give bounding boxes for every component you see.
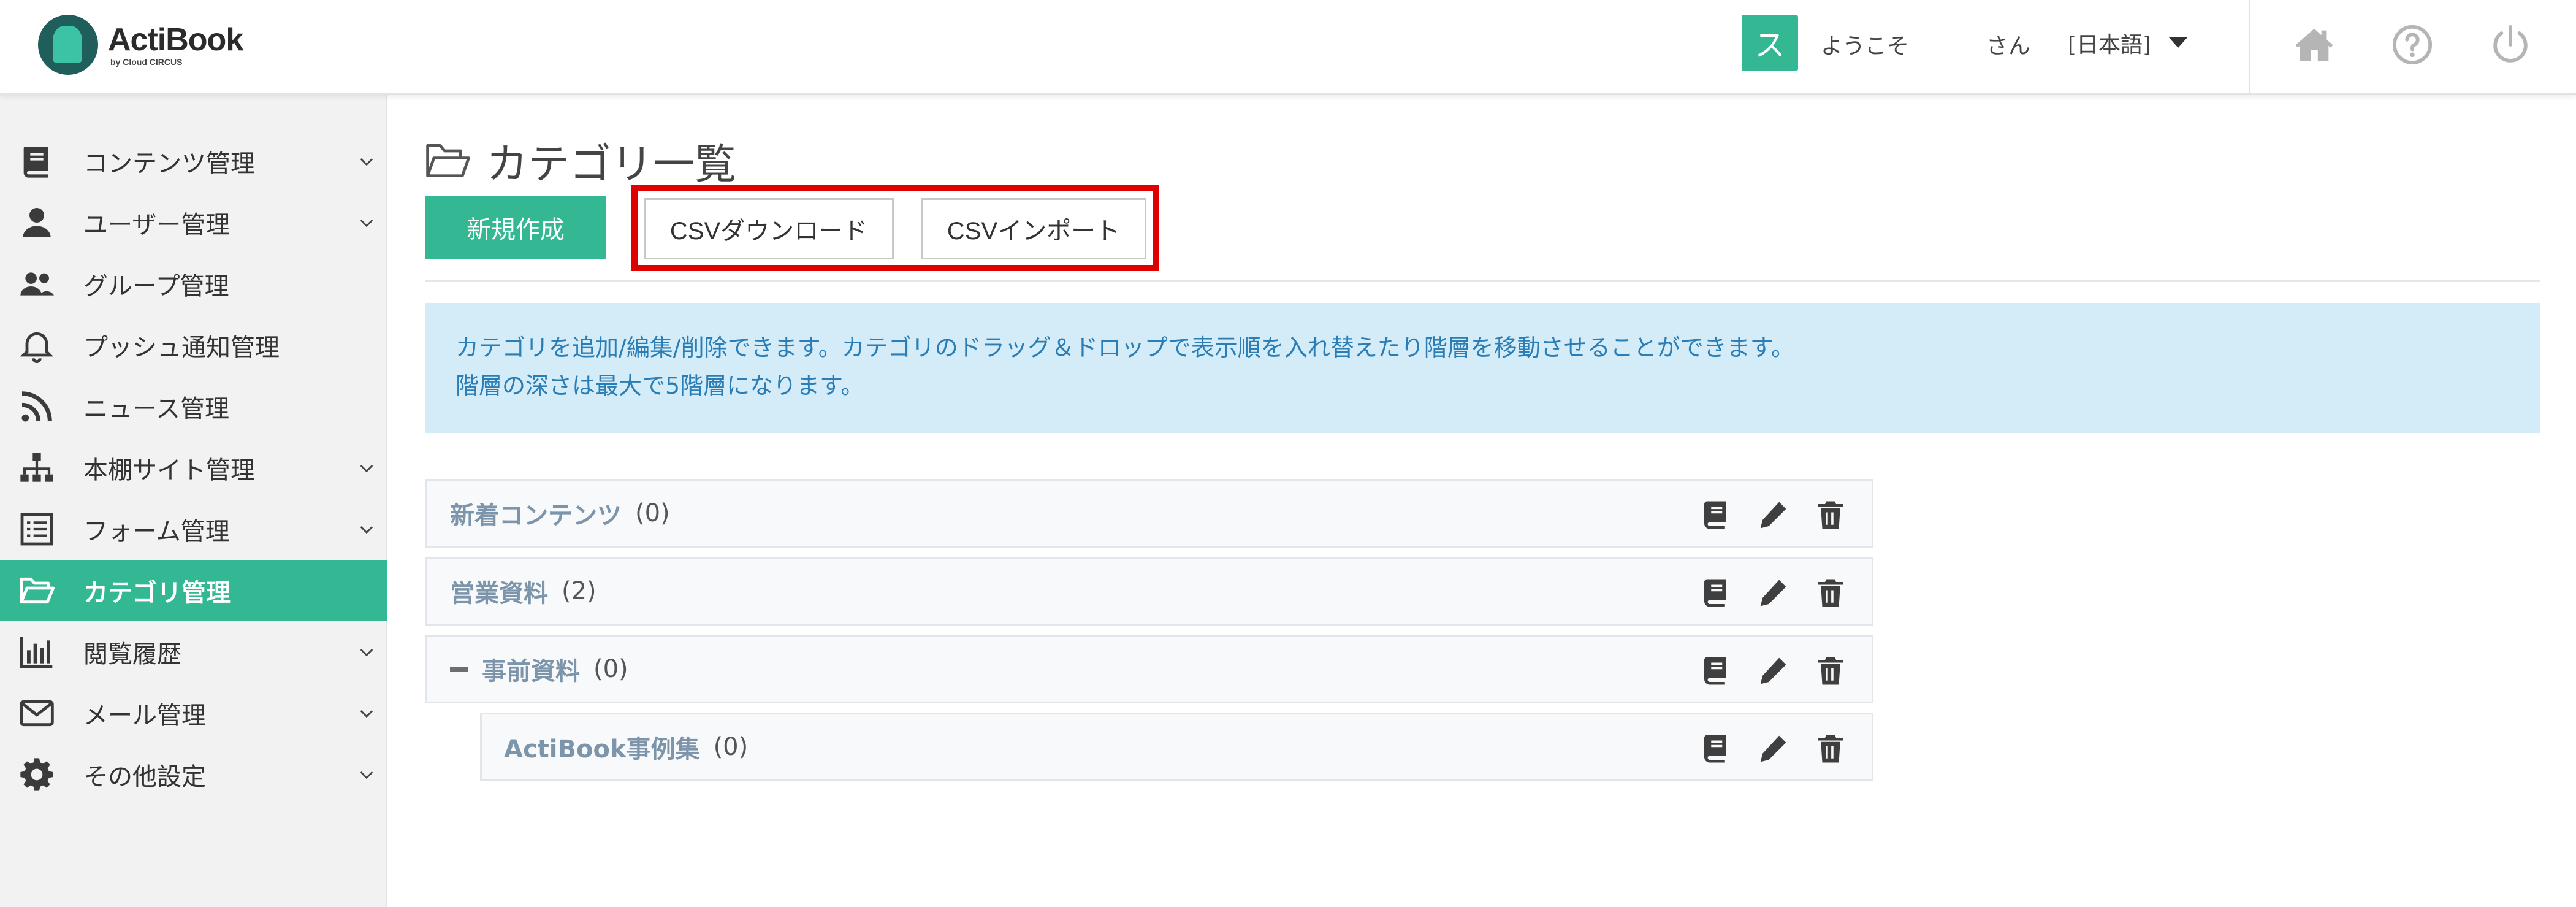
sidebar-item-push[interactable]: プッシュ通知管理 [0, 315, 387, 376]
users-icon [20, 272, 54, 296]
chevron-down-icon [360, 220, 373, 228]
sitemap-icon [20, 453, 53, 482]
sidebar-item-bookshelf[interactable]: 本棚サイト管理 [0, 437, 387, 499]
new-category-button[interactable]: 新規作成 [425, 196, 606, 259]
category-row[interactable]: 新着コンテンツ (0) [425, 479, 1873, 548]
sidebar-item-categories[interactable]: カテゴリ管理 [0, 560, 387, 621]
chevron-down-icon [360, 465, 373, 473]
trash-icon[interactable] [1814, 732, 1847, 765]
info-alert: カテゴリを追加/編集/削除できます。カテゴリのドラッグ＆ドロップで表示順を入れ替… [425, 303, 2540, 433]
category-count: (0) [593, 655, 628, 683]
sidebar-item-label: ニュース管理 [83, 395, 229, 423]
chevron-down-icon [360, 158, 373, 166]
book-icon[interactable] [1699, 654, 1732, 687]
collapse-icon[interactable] [450, 667, 468, 672]
sidebar-item-label: ユーザー管理 [83, 211, 231, 239]
category-row[interactable]: ActiBook事例集 (0) [480, 713, 1873, 781]
header-divider [2249, 0, 2250, 95]
category-name[interactable]: 新着コンテンツ [450, 496, 622, 531]
category-name[interactable]: ActiBook事例集 [504, 729, 700, 765]
csv-download-button[interactable]: CSVダウンロード [644, 198, 894, 259]
page-title: カテゴリ一覧 [486, 140, 737, 189]
folder-open-icon [426, 144, 470, 177]
welcome-text: ようこそ [1821, 34, 1910, 59]
avatar[interactable]: ス [1742, 15, 1798, 71]
sidebar-item-label: 閲覧履歴 [83, 640, 181, 668]
sidebar: コンテンツ管理 ユーザー管理 グループ管理 プッシュ通知管理 ニュース管理 本棚… [0, 95, 387, 907]
category-name[interactable]: 事前資料 [482, 651, 580, 687]
app-name: ActiBook [108, 22, 243, 58]
pencil-icon[interactable] [1756, 499, 1789, 532]
pencil-icon[interactable] [1756, 732, 1789, 765]
sidebar-item-label: 本棚サイト管理 [83, 456, 255, 484]
trash-icon[interactable] [1814, 576, 1847, 610]
category-count: (0) [635, 499, 670, 527]
form-icon [20, 513, 53, 546]
gear-icon [20, 758, 53, 791]
sidebar-item-groups[interactable]: グループ管理 [0, 253, 387, 315]
book-icon[interactable] [1699, 576, 1732, 610]
san-text: さん [1986, 34, 2031, 59]
sidebar-item-forms[interactable]: フォーム管理 [0, 499, 387, 560]
book-icon [23, 147, 48, 178]
divider [425, 280, 2540, 282]
sidebar-item-news[interactable]: ニュース管理 [0, 376, 387, 437]
caret-down-icon[interactable] [2169, 37, 2187, 48]
sidebar-item-settings[interactable]: その他設定 [0, 744, 387, 805]
logo-mark-icon [38, 15, 98, 75]
pencil-icon[interactable] [1756, 576, 1789, 610]
rss-icon [21, 391, 52, 422]
trash-icon[interactable] [1814, 499, 1847, 532]
chevron-down-icon [360, 649, 373, 657]
mail-icon [20, 700, 54, 727]
sidebar-item-label: メール管理 [83, 702, 206, 730]
page-header: カテゴリ一覧 [425, 130, 736, 191]
language-selector[interactable]: [日本語] [2068, 27, 2151, 59]
category-row[interactable]: 事前資料 (0) [425, 635, 1873, 703]
sidebar-item-label: コンテンツ管理 [83, 150, 255, 178]
bar-chart-icon [20, 637, 53, 668]
help-icon[interactable] [2391, 23, 2434, 66]
user-icon [23, 208, 51, 237]
info-line: 階層の深さは最大で5階層になります。 [455, 372, 864, 399]
pencil-icon[interactable] [1756, 654, 1789, 687]
sidebar-item-history[interactable]: 閲覧履歴 [0, 621, 387, 683]
category-row[interactable]: 営業資料 (2) [425, 557, 1873, 626]
home-icon[interactable] [2293, 23, 2336, 66]
sidebar-item-label: プッシュ通知管理 [83, 334, 280, 362]
info-line: カテゴリを追加/編集/削除できます。カテゴリのドラッグ＆ドロップで表示順を入れ替… [455, 334, 1795, 361]
chevron-down-icon [360, 526, 373, 534]
sidebar-item-label: フォーム管理 [83, 518, 230, 546]
sidebar-item-label: その他設定 [83, 763, 206, 791]
top-header: ActiBook by Cloud CIRCUS ス ようこそ さん [日本語] [0, 0, 2576, 95]
chevron-down-icon [360, 771, 373, 779]
book-icon[interactable] [1699, 499, 1732, 532]
bell-icon [20, 332, 54, 363]
app-sub: by Cloud CIRCUS [110, 57, 183, 67]
trash-icon[interactable] [1814, 654, 1847, 687]
power-icon[interactable] [2489, 23, 2532, 66]
chevron-down-icon [360, 710, 373, 718]
sidebar-item-users[interactable]: ユーザー管理 [0, 192, 387, 253]
category-count: (2) [562, 577, 596, 605]
book-icon[interactable] [1699, 732, 1732, 765]
sidebar-item-label: カテゴリ管理 [83, 579, 231, 607]
category-count: (0) [713, 733, 749, 761]
sidebar-item-content[interactable]: コンテンツ管理 [0, 131, 387, 192]
folder-open-icon [20, 577, 55, 604]
category-name[interactable]: 営業資料 [450, 573, 548, 609]
sidebar-item-mail[interactable]: メール管理 [0, 683, 387, 744]
sidebar-item-label: グループ管理 [83, 272, 229, 300]
app-logo[interactable]: ActiBook by Cloud CIRCUS [38, 15, 243, 75]
csv-import-button[interactable]: CSVインポート [921, 198, 1146, 259]
